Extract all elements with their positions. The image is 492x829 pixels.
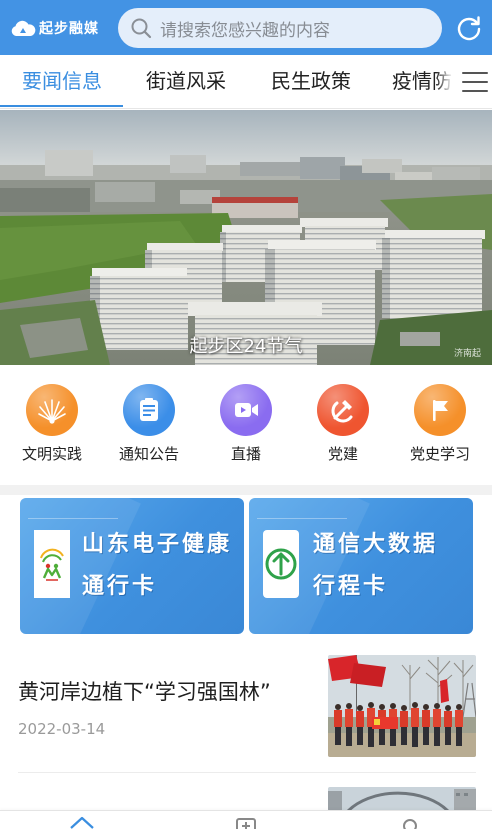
refresh-icon[interactable] [455, 14, 483, 42]
service-banners: 山东电子健康 通行卡 通信大数据 行程卡 [0, 495, 492, 645]
nav-home[interactable] [62, 811, 102, 829]
logo-text: 起步融媒 [39, 21, 99, 37]
news-date: 2022-03-14 [18, 720, 106, 738]
search-icon [131, 18, 152, 39]
hero-photo [0, 110, 492, 365]
shortcut-icon-circle [414, 384, 466, 436]
nav-profile[interactable] [390, 811, 430, 829]
hero-watermark: 济南起 [454, 349, 482, 359]
health-pass-banner[interactable]: 山东电子健康 通行卡 [20, 498, 244, 634]
news-divider [18, 772, 476, 773]
shortcut-icon-circle [317, 384, 369, 436]
category-tabs: 要闻信息 街道风采 民生政策 疫情防 [0, 55, 492, 109]
news-photo [328, 655, 476, 757]
banner-decoration [28, 518, 118, 519]
itinerary-arrow-icon [263, 530, 299, 598]
shortcut-civilization-practice[interactable]: 文明实践 [7, 384, 97, 474]
tab-news[interactable]: 要闻信息 [0, 55, 124, 108]
app-logo[interactable]: 起步融媒 [10, 16, 99, 40]
cloud-logo-icon [11, 20, 36, 36]
shortcut-label: 党建 [327, 445, 358, 463]
shortcut-label: 通知公告 [118, 445, 179, 463]
hero-caption: 起步区24节气 [189, 336, 303, 357]
news-photo-partial [328, 787, 476, 811]
hero-banner[interactable]: 起步区24节气 济南起 [0, 110, 492, 365]
shortcut-live[interactable]: 直播 [201, 384, 291, 474]
shortcut-icon-circle [220, 384, 272, 436]
banner-title-line1: 通信大数据 [313, 532, 439, 557]
active-tab-indicator [0, 105, 123, 107]
top-header: 起步融媒 请搜索您感兴趣的内容 [0, 0, 492, 55]
section-separator [0, 485, 492, 495]
shortcut-grid: 文明实践 通知公告 直播 党建 党史学习 [0, 365, 492, 485]
add-square-icon [236, 818, 256, 829]
menu-icon-line [462, 90, 488, 92]
banner-title-line2: 行程卡 [313, 574, 389, 599]
banner-decoration [257, 518, 347, 519]
user-icon [403, 819, 417, 829]
health-pass-logo-icon [34, 530, 70, 598]
bottom-navigation [0, 810, 492, 829]
shortcut-label: 党史学习 [409, 445, 470, 463]
fan-flower-icon [38, 399, 66, 424]
shortcut-label: 文明实践 [21, 445, 82, 463]
banner-title-line1: 山东电子健康 [82, 532, 233, 557]
search-placeholder: 请搜索您感兴趣的内容 [160, 20, 330, 41]
banner-title-line2: 通行卡 [82, 574, 158, 599]
tab-policy[interactable]: 民生政策 [249, 55, 373, 108]
search-input[interactable]: 请搜索您感兴趣的内容 [118, 8, 442, 48]
flag-icon [433, 400, 448, 421]
tab-menu-button[interactable] [436, 55, 492, 108]
shortcut-icon-circle [26, 384, 78, 436]
itinerary-card-banner[interactable]: 通信大数据 行程卡 [249, 498, 473, 634]
menu-icon-line [462, 81, 488, 83]
shortcut-party-history[interactable]: 党史学习 [395, 384, 485, 474]
notice-icon [140, 398, 158, 421]
tab-street[interactable]: 街道风采 [124, 55, 248, 108]
news-thumbnail[interactable] [328, 655, 476, 757]
shortcut-party-building[interactable]: 党建 [298, 384, 388, 474]
video-camera-icon [235, 403, 258, 417]
app-screen: 起步融媒 请搜索您感兴趣的内容 要闻信息 街道风采 民生政策 疫情防 起步区24… [0, 0, 492, 829]
home-icon [70, 816, 94, 829]
news-thumbnail-partial[interactable] [328, 787, 476, 811]
hammer-sickle-icon [331, 400, 353, 423]
shortcut-label: 直播 [230, 445, 261, 463]
nav-add[interactable] [226, 811, 266, 829]
menu-icon [462, 72, 488, 74]
news-title[interactable]: 黄河岸边植下“学习强国林” [18, 676, 271, 706]
shortcut-notice[interactable]: 通知公告 [104, 384, 194, 474]
shortcut-icon-circle [123, 384, 175, 436]
